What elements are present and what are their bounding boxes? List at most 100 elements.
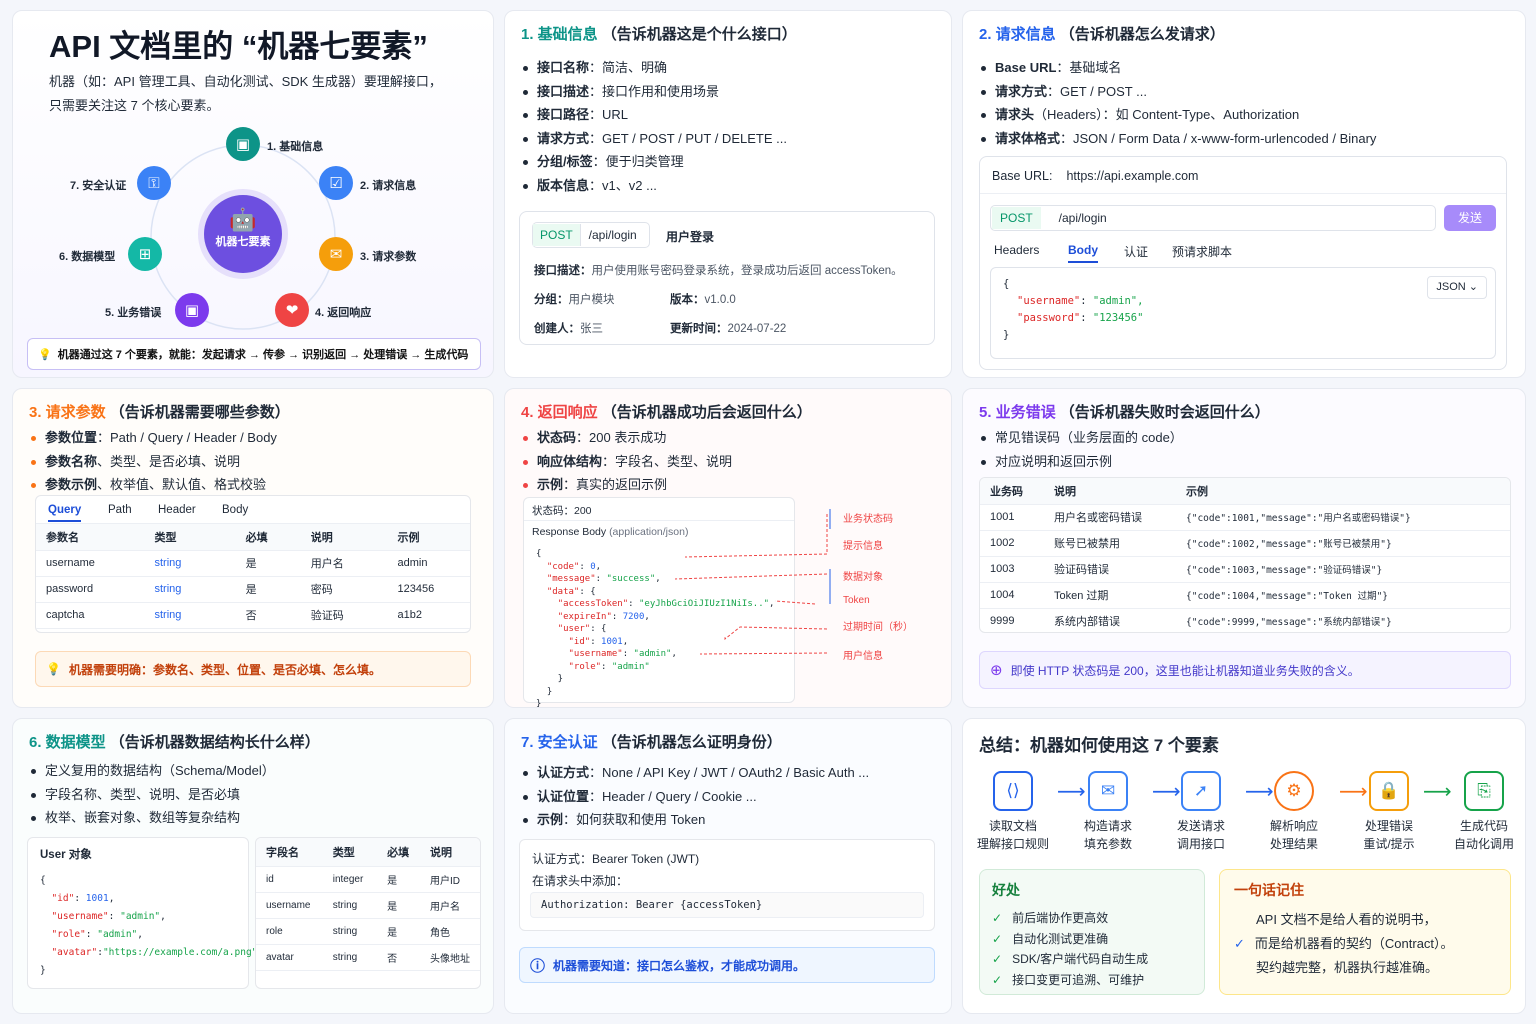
table-header: 参数名 类型 必填 说明 示例: [36, 524, 470, 551]
intro-card: API 文档里的 “机器七要素” 机器（如：API 管理工具、自动化测试、SDK…: [12, 10, 494, 378]
model-icon: ⊞: [128, 237, 162, 271]
benefit-box: 好处 ✓ 前后端协作更高效 ✓ 自动化测试更准确 ✓ SDK/客户端代码自动生成 ✓ 接…: [979, 869, 1205, 995]
method-badge: POST: [533, 224, 581, 246]
auth-num: 7. 安全认证: [521, 734, 598, 751]
info-icon: ⓘ: [530, 957, 546, 975]
tab-body[interactable]: Body: [222, 504, 248, 516]
list-item: 字段名称、类型、说明、是否必填: [31, 783, 275, 807]
errors-sub: （告诉机器失败时会返回什么）: [1059, 404, 1270, 421]
list-item: 请求头（Headers）：如 Content-Type、Authorizatio…: [981, 103, 1376, 127]
body-editor[interactable]: { "username": "admin", "password": "1234…: [990, 267, 1496, 359]
table-row: 9999 系统内部错误 {"code":9999,"message":"系统内部错误…: [980, 608, 1510, 632]
request-info-icon: ☑: [319, 166, 353, 200]
list-item: 枚举、嵌套对象、数组等复杂结构: [31, 806, 275, 830]
user-object-title: User 对象: [40, 849, 92, 861]
list-item: 对应说明和返回示例: [981, 450, 1183, 474]
user-object-box: User 对象 { "id": 1001, "username": "admin…: [27, 837, 257, 989]
table-header: 字段名 类型 必填 说明: [256, 838, 480, 867]
flow-build-request: ✉ 构造请求 填充参数: [1063, 771, 1153, 853]
errors-heading: 5. 业务错误 （告诉机器失败时会返回什么）: [979, 401, 1270, 422]
errors-card: 5. 业务错误 （告诉机器失败时会返回什么） 常见错误码（业务层面的 code） …: [962, 388, 1526, 708]
api-desc: 接口描述：用户使用账号密码登录系统，登录成功后返回 accessToken。: [534, 265, 903, 277]
flow-generate-code: ⎘ 生成代码 自动化调用: [1439, 771, 1525, 853]
params-card: 3. 请求参数 （告诉机器需要哪些参数） 参数位置：Path / Query / …: [12, 388, 494, 708]
label-expire: 过期时间（秒）: [843, 622, 913, 633]
params-list: 参数位置：Path / Query / Header / Body 参数名称、类…: [31, 426, 277, 497]
remember-title: 一句话记住: [1234, 882, 1304, 898]
flow-read-doc: ⟨⟩ 读取文档 理解接口规则: [968, 771, 1058, 853]
model-list: 定义复用的数据结构（Schema/Model） 字段名称、类型、说明、是否必填 …: [31, 759, 275, 830]
table-row: password string 是密码 123456: [36, 576, 470, 603]
errors-note-text: 即使 HTTP 状态码是 200，这里也能让机器知道业务失败的含义。: [1010, 663, 1360, 678]
api-doc-box: POST /api/login 用户登录 接口描述：用户使用账号密码登录系统，登…: [519, 211, 935, 345]
remember-line-2: ✓ 而是给机器看的契约（Contract）。: [1234, 936, 1454, 951]
brace-close: }: [1003, 329, 1010, 341]
auth-hint: 在请求头中添加：: [532, 874, 629, 888]
list-item: 分组/标签：便于归类管理: [523, 150, 787, 174]
tab-path[interactable]: Path: [108, 504, 132, 516]
list-item: 版本信息：v1、v2 ...: [523, 174, 787, 198]
format-select[interactable]: JSON ⌄: [1427, 276, 1487, 299]
url-path: /api/login: [1058, 211, 1107, 225]
user-object-json: { "id": 1001, "username": "admin", "role…: [40, 875, 258, 976]
auth-card: 7. 安全认证 （告诉机器怎么证明身份） 认证方式：None / API Key …: [504, 718, 952, 1014]
api-time: 更新时间：2024-07-22: [670, 323, 787, 335]
params-sub: （告诉机器需要哪些参数）: [109, 404, 290, 421]
check-icon: ✓: [992, 972, 1003, 987]
ring: [150, 144, 336, 330]
tab-prescript[interactable]: 预请求脚本: [1172, 243, 1232, 260]
remember-line-1: API 文档不是给人看的说明书，: [1256, 912, 1437, 927]
list-item: 认证位置：Header / Query / Cookie ...: [523, 785, 869, 809]
response-icon: ❤: [275, 293, 309, 327]
list-item: 接口路径：URL: [523, 103, 787, 127]
table-row: avatar string 否头像地址: [256, 944, 480, 971]
method-path-box[interactable]: POST /api/login: [532, 222, 650, 248]
basic-list: 接口名称：简洁、明确 接口描述：接口作用和使用场景 接口路径：URL 请求方式：…: [523, 56, 787, 197]
errors-table: 业务码 说明 示例 1001 用户名或密码错误 {"code":1001,"messag…: [980, 478, 1510, 632]
table-row: 1002 账号已被禁用 {"code":1002,"message":"账号已被禁用…: [980, 530, 1510, 557]
list-item: 请求方式：GET / POST / PUT / DELETE ...: [523, 127, 787, 151]
code-file-icon: ⎘: [1464, 771, 1504, 811]
params-table: 参数名 类型 必填 说明 示例 username string 是用户名 admin pass…: [36, 524, 470, 629]
node-5: 5. 业务错误: [105, 307, 162, 319]
tab-body[interactable]: Body: [1068, 243, 1098, 263]
node-6: 6. 数据模型: [59, 251, 116, 263]
envelope-icon: ✉: [1088, 771, 1128, 811]
bulb-icon: 💡: [38, 348, 52, 361]
table-row: 1003 验证码错误 {"code":1003,"message":"验证码错误"}: [980, 556, 1510, 583]
flow-parse-response: ⚙ 解析响应 处理结果: [1249, 771, 1339, 853]
list-item: 参数位置：Path / Query / Header / Body: [31, 426, 277, 450]
params-heading: 3. 请求参数 （告诉机器需要哪些参数）: [29, 401, 290, 422]
code-doc-icon: ⟨⟩: [993, 771, 1033, 811]
table-row: captcha string 否验证码 a1b2: [36, 602, 470, 629]
response-card: 4. 返回响应 （告诉机器成功后会返回什么） 状态码：200 表示成功 响应体结构…: [504, 388, 952, 708]
send-button[interactable]: 发送: [1444, 205, 1496, 231]
check-icon: ✓: [992, 931, 1003, 946]
auth-sub: （告诉机器怎么证明身份）: [601, 734, 782, 751]
gear-icon: ⚙: [1274, 771, 1314, 811]
url-bar[interactable]: POST /api/login: [990, 205, 1436, 231]
body-line-1: "username": "admin",: [1017, 295, 1144, 307]
remember-line-3: 契约越完整，机器执行越准确。: [1256, 960, 1439, 975]
label-status: 业务状态码: [843, 514, 893, 525]
summary-title: 总结：机器如何使用这 7 个要素: [979, 736, 1219, 755]
request-sub: （告诉机器怎么发请求）: [1059, 26, 1225, 43]
model-table-box: 字段名 类型 必填 说明 id integer 是用户ID username string 是…: [255, 837, 481, 989]
model-heading: 6. 数据模型 （告诉机器数据结构长什么样）: [29, 731, 320, 752]
api-group: 分组：用户模块: [534, 294, 615, 306]
tab-header[interactable]: Header: [158, 504, 196, 516]
tab-query[interactable]: Query: [48, 504, 82, 522]
auth-box: 认证方式：Bearer Token (JWT) 在请求头中添加： Authori…: [519, 839, 935, 931]
label-message: 提示信息: [843, 541, 883, 552]
remember-box: 一句话记住 API 文档不是给人看的说明书， ✓ 而是给机器看的契约（Contra…: [1219, 869, 1511, 995]
table-row: 1004 Token 过期 {"code":1004,"message":"Toke…: [980, 582, 1510, 609]
errors-num: 5. 业务错误: [979, 404, 1056, 421]
basic-heading: 1. 基础信息 （告诉机器这是个什么接口）: [521, 23, 797, 44]
list-item: 接口描述：接口作用和使用场景: [523, 80, 787, 104]
error-icon: ▣: [175, 293, 209, 327]
params-note: 💡 机器需要明确：参数名、类型、位置、是否必填、怎么填。: [35, 651, 471, 687]
node-1: 1. 基础信息: [267, 141, 324, 153]
tab-headers[interactable]: Headers: [994, 243, 1039, 257]
divider: [980, 193, 1506, 194]
tab-auth[interactable]: 认证: [1124, 243, 1148, 260]
